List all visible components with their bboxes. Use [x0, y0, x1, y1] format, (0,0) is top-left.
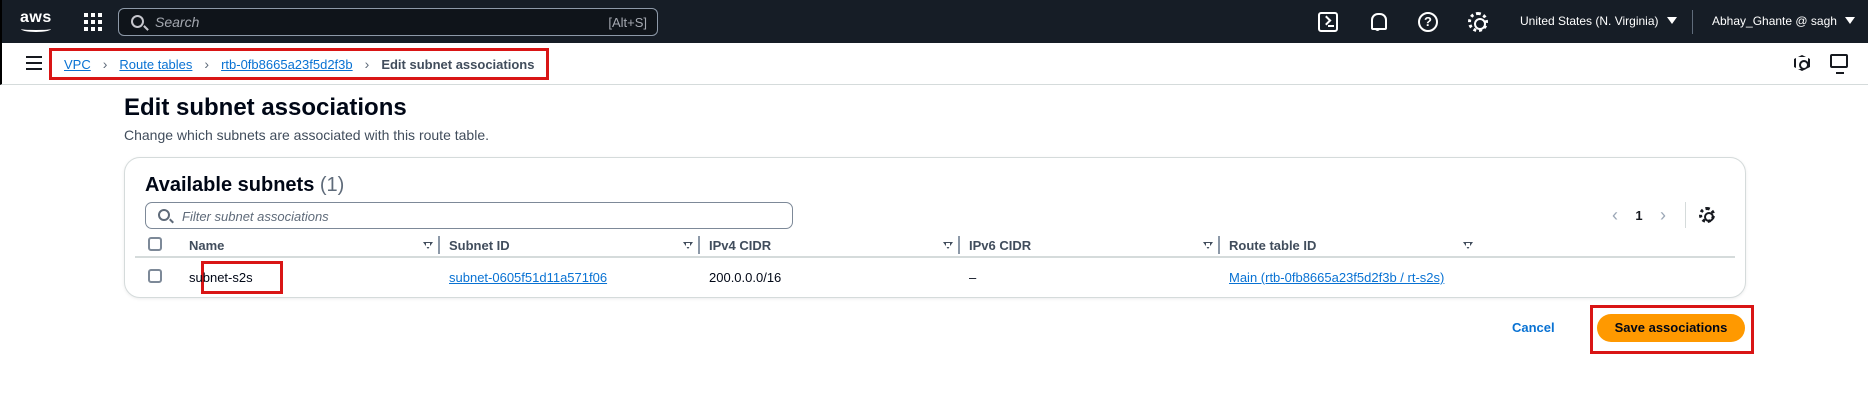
pager-divider — [1685, 202, 1686, 228]
account-menu[interactable]: Abhay_Ghante @ sagh — [1712, 14, 1855, 28]
aws-logo-text: aws — [20, 9, 52, 26]
cell-ipv6: – — [969, 270, 977, 285]
select-all-checkbox[interactable] — [148, 237, 162, 251]
sort-icon[interactable] — [943, 242, 953, 249]
info-panel-icon[interactable] — [1794, 55, 1810, 71]
bell-icon[interactable] — [1368, 12, 1388, 32]
search-input[interactable]: Search [Alt+S] — [118, 8, 658, 36]
search-icon — [131, 15, 144, 28]
cell-ipv4: 200.0.0.0/16 — [709, 270, 782, 285]
cell-name: subnet-s2s — [189, 270, 253, 285]
chevron-right-icon: › — [102, 56, 108, 72]
row-checkbox[interactable] — [148, 269, 162, 283]
cancel-button[interactable]: Cancel — [1512, 320, 1555, 335]
aws-smile-icon — [21, 26, 51, 32]
region-label: United States (N. Virginia) — [1520, 14, 1659, 28]
breadcrumb-route-tables[interactable]: Route tables — [119, 57, 192, 72]
table-header: Name Subnet ID IPv4 CIDR IPv6 CIDR Route… — [135, 234, 1735, 258]
apps-icon[interactable] — [84, 13, 102, 31]
breadcrumb-bar: VPC › Route tables › rtb-0fb8665a23f5d2f… — [0, 43, 1868, 85]
column-header-ipv4[interactable]: IPv4 CIDR — [709, 238, 771, 253]
caret-down-icon — [1844, 17, 1855, 24]
column-header-subnet-id[interactable]: Subnet ID — [449, 238, 510, 253]
save-associations-button[interactable]: Save associations — [1597, 314, 1745, 342]
breadcrumb-route-table-id[interactable]: rtb-0fb8665a23f5d2f3b — [221, 57, 353, 72]
tools-panel-icon[interactable] — [1830, 54, 1848, 74]
table-row[interactable]: subnet-s2s subnet-0605f51d11a571f06 200.… — [135, 260, 1735, 294]
subnet-id-link[interactable]: subnet-0605f51d11a571f06 — [449, 270, 607, 285]
sort-icon[interactable] — [423, 242, 433, 249]
chevron-right-icon: › — [204, 56, 210, 72]
search-shortcut: [Alt+S] — [608, 15, 647, 30]
aws-logo[interactable]: aws — [20, 9, 52, 35]
available-subnets-panel: Available subnets (1) Filter subnet asso… — [124, 157, 1746, 298]
account-label: Abhay_Ghante @ sagh — [1712, 14, 1837, 28]
breadcrumb-vpc[interactable]: VPC — [64, 57, 91, 72]
breadcrumb-current: Edit subnet associations — [381, 56, 535, 72]
column-resizer[interactable] — [438, 236, 440, 254]
route-table-link[interactable]: Main (rtb-0fb8665a23f5d2f3b / rt-s2s) — [1229, 270, 1444, 285]
cloudshell-icon[interactable] — [1318, 12, 1338, 32]
sort-icon[interactable] — [683, 242, 693, 249]
chevron-right-icon: › — [364, 56, 370, 72]
pagination: ‹ 1 › — [1603, 202, 1686, 228]
sort-icon[interactable] — [1203, 242, 1213, 249]
search-placeholder: Search — [155, 14, 200, 30]
column-resizer[interactable] — [958, 236, 960, 254]
column-resizer[interactable] — [698, 236, 700, 254]
region-selector[interactable]: United States (N. Virginia) — [1520, 14, 1677, 28]
panel-count: (1) — [319, 174, 345, 196]
panel-title: Available subnets (1) — [145, 174, 344, 197]
column-header-ipv6[interactable]: IPv6 CIDR — [969, 238, 1031, 253]
filter-input[interactable]: Filter subnet associations — [145, 202, 793, 229]
column-header-name[interactable]: Name — [189, 238, 224, 253]
help-icon[interactable]: ? — [1418, 12, 1438, 32]
page-title: Edit subnet associations — [124, 94, 407, 121]
sort-icon[interactable] — [1463, 242, 1473, 249]
chevron-right-icon[interactable]: › — [1651, 205, 1675, 226]
panel-title-text: Available subnets — [145, 174, 315, 196]
column-resizer[interactable] — [1218, 236, 1220, 254]
top-navigation: aws Search [Alt+S] ? United States (N. V… — [0, 0, 1868, 43]
hamburger-menu-icon[interactable] — [26, 56, 42, 70]
column-header-route-table[interactable]: Route table ID — [1229, 238, 1316, 253]
nav-divider — [1692, 10, 1693, 34]
breadcrumb: VPC › Route tables › rtb-0fb8665a23f5d2f… — [49, 48, 550, 80]
page-description: Change which subnets are associated with… — [124, 127, 489, 143]
caret-down-icon — [1666, 17, 1677, 24]
search-icon — [158, 209, 170, 221]
chevron-left-icon[interactable]: ‹ — [1603, 205, 1627, 226]
filter-placeholder: Filter subnet associations — [182, 209, 329, 224]
page-number[interactable]: 1 — [1627, 208, 1651, 223]
settings-icon[interactable] — [1468, 12, 1488, 32]
table-settings-icon[interactable] — [1699, 207, 1715, 223]
